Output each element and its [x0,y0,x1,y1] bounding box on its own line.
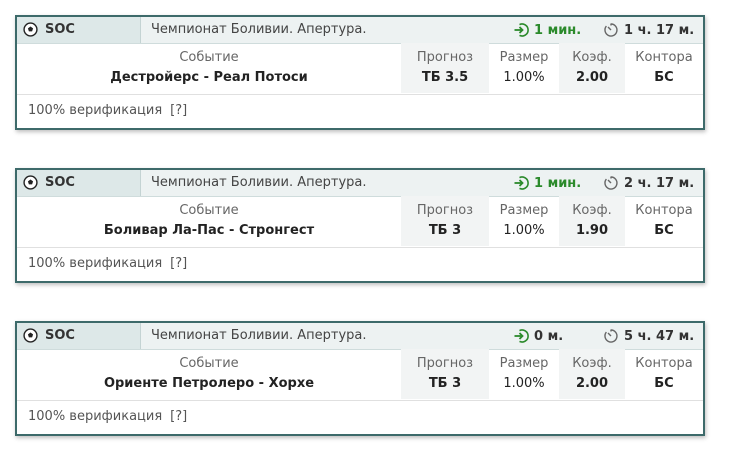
league-name: Чемпионат Боливии. Апертура. [151,175,367,190]
help-link[interactable]: [?] [170,103,187,118]
arrow-in-circle-icon [514,329,529,343]
start-time-value: 2 ч. 17 м. [624,175,695,191]
size-label: Размер [499,50,549,65]
published-time: 1 мин. [513,173,581,193]
divider [17,400,703,401]
odds-label: Коэф. [572,203,612,218]
verification-text: 100% верификация [28,409,163,424]
sport-cell: SOC [17,17,141,43]
forecast-value: ТБ 3.5 [421,70,469,85]
league-name: Чемпионат Боливии. Апертура. [151,22,367,37]
start-time-value: 5 ч. 47 м. [624,328,695,344]
soccer-ball-icon [23,175,38,194]
event-label: Событие [179,356,239,371]
sport-code: SOC [45,22,75,37]
forecast-label: Прогноз [416,203,474,218]
sport-cell: SOC [17,170,141,196]
start-time: 2 ч. 17 м. [603,173,694,193]
bookie-value: БС [654,223,674,238]
event-name: Дестройерс - Реал Потоси [110,70,308,85]
forecast-value: ТБ 3 [428,223,462,238]
size-label: Размер [499,356,549,371]
bookie-label: Контора [635,203,693,218]
event-name: Ориенте Петролеро - Хорхе [103,376,315,391]
help-link[interactable]: [?] [170,409,187,424]
event-name: Боливар Ла-Пас - Стронгест [103,223,315,238]
forecast-label: Прогноз [416,356,474,371]
published-time-value: 0 м. [534,328,564,344]
card-header: SOC Чемпионат Боливии. Апертура. 1 мин. … [17,17,703,44]
size-value: 1.00% [503,70,545,85]
verification-row: 100% верификация [?] [28,256,187,271]
forecast-column: Прогноз ТБ 3 [401,196,489,246]
published-time: 1 мин. [513,20,581,40]
odds-column: Коэф. 2.00 [559,349,625,399]
soccer-ball-icon [23,22,38,41]
stopwatch-icon [604,329,618,343]
sport-cell: SOC [17,323,141,349]
verification-row: 100% верификация [?] [28,103,187,118]
tip-card: SOC Чемпионат Боливии. Апертура. 0 м. 5 … [15,321,705,436]
start-time: 5 ч. 47 м. [603,326,694,346]
sport-code: SOC [45,175,75,190]
odds-value: 2.00 [575,70,609,85]
arrow-in-circle-icon [514,176,529,190]
bookie-value: БС [654,70,674,85]
card-header: SOC Чемпионат Боливии. Апертура. 0 м. 5 … [17,323,703,350]
event-column: Событие Боливар Ла-Пас - Стронгест [17,196,401,246]
size-label: Размер [499,203,549,218]
bookie-column: Контора БС [625,349,703,399]
published-time-value: 1 мин. [534,175,582,191]
card-header: SOC Чемпионат Боливии. Апертура. 1 мин. … [17,170,703,197]
sport-code: SOC [45,328,75,343]
tip-card: SOC Чемпионат Боливии. Апертура. 1 мин. … [15,15,705,130]
tip-card: SOC Чемпионат Боливии. Апертура. 1 мин. … [15,168,705,283]
stopwatch-icon [604,176,618,190]
bookie-value: БС [654,376,674,391]
published-time: 0 м. [513,326,563,346]
size-column: Размер 1.00% [489,349,559,399]
odds-label: Коэф. [572,356,612,371]
event-column: Событие Ориенте Петролеро - Хорхе [17,349,401,399]
size-column: Размер 1.00% [489,196,559,246]
odds-label: Коэф. [572,50,612,65]
verification-text: 100% верификация [28,256,163,271]
league-name: Чемпионат Боливии. Апертура. [151,328,367,343]
odds-column: Коэф. 2.00 [559,43,625,93]
odds-column: Коэф. 1.90 [559,196,625,246]
verification-row: 100% верификация [?] [28,409,187,424]
divider [17,94,703,95]
divider [17,247,703,248]
start-time-value: 1 ч. 17 м. [624,22,695,38]
forecast-column: Прогноз ТБ 3.5 [401,43,489,93]
forecast-label: Прогноз [416,50,474,65]
bookie-column: Контора БС [625,43,703,93]
forecast-column: Прогноз ТБ 3 [401,349,489,399]
odds-value: 1.90 [575,223,609,238]
event-column: Событие Дестройерс - Реал Потоси [17,43,401,93]
size-value: 1.00% [503,223,545,238]
bookie-label: Контора [635,356,693,371]
stopwatch-icon [604,23,618,37]
help-link[interactable]: [?] [170,256,187,271]
size-value: 1.00% [503,376,545,391]
arrow-in-circle-icon [514,23,529,37]
size-column: Размер 1.00% [489,43,559,93]
soccer-ball-icon [23,328,38,347]
published-time-value: 1 мин. [534,22,582,38]
forecast-value: ТБ 3 [428,376,462,391]
verification-text: 100% верификация [28,103,163,118]
event-label: Событие [179,50,239,65]
bookie-column: Контора БС [625,196,703,246]
odds-value: 2.00 [575,376,609,391]
event-label: Событие [179,203,239,218]
bookie-label: Контора [635,50,693,65]
start-time: 1 ч. 17 м. [603,20,694,40]
